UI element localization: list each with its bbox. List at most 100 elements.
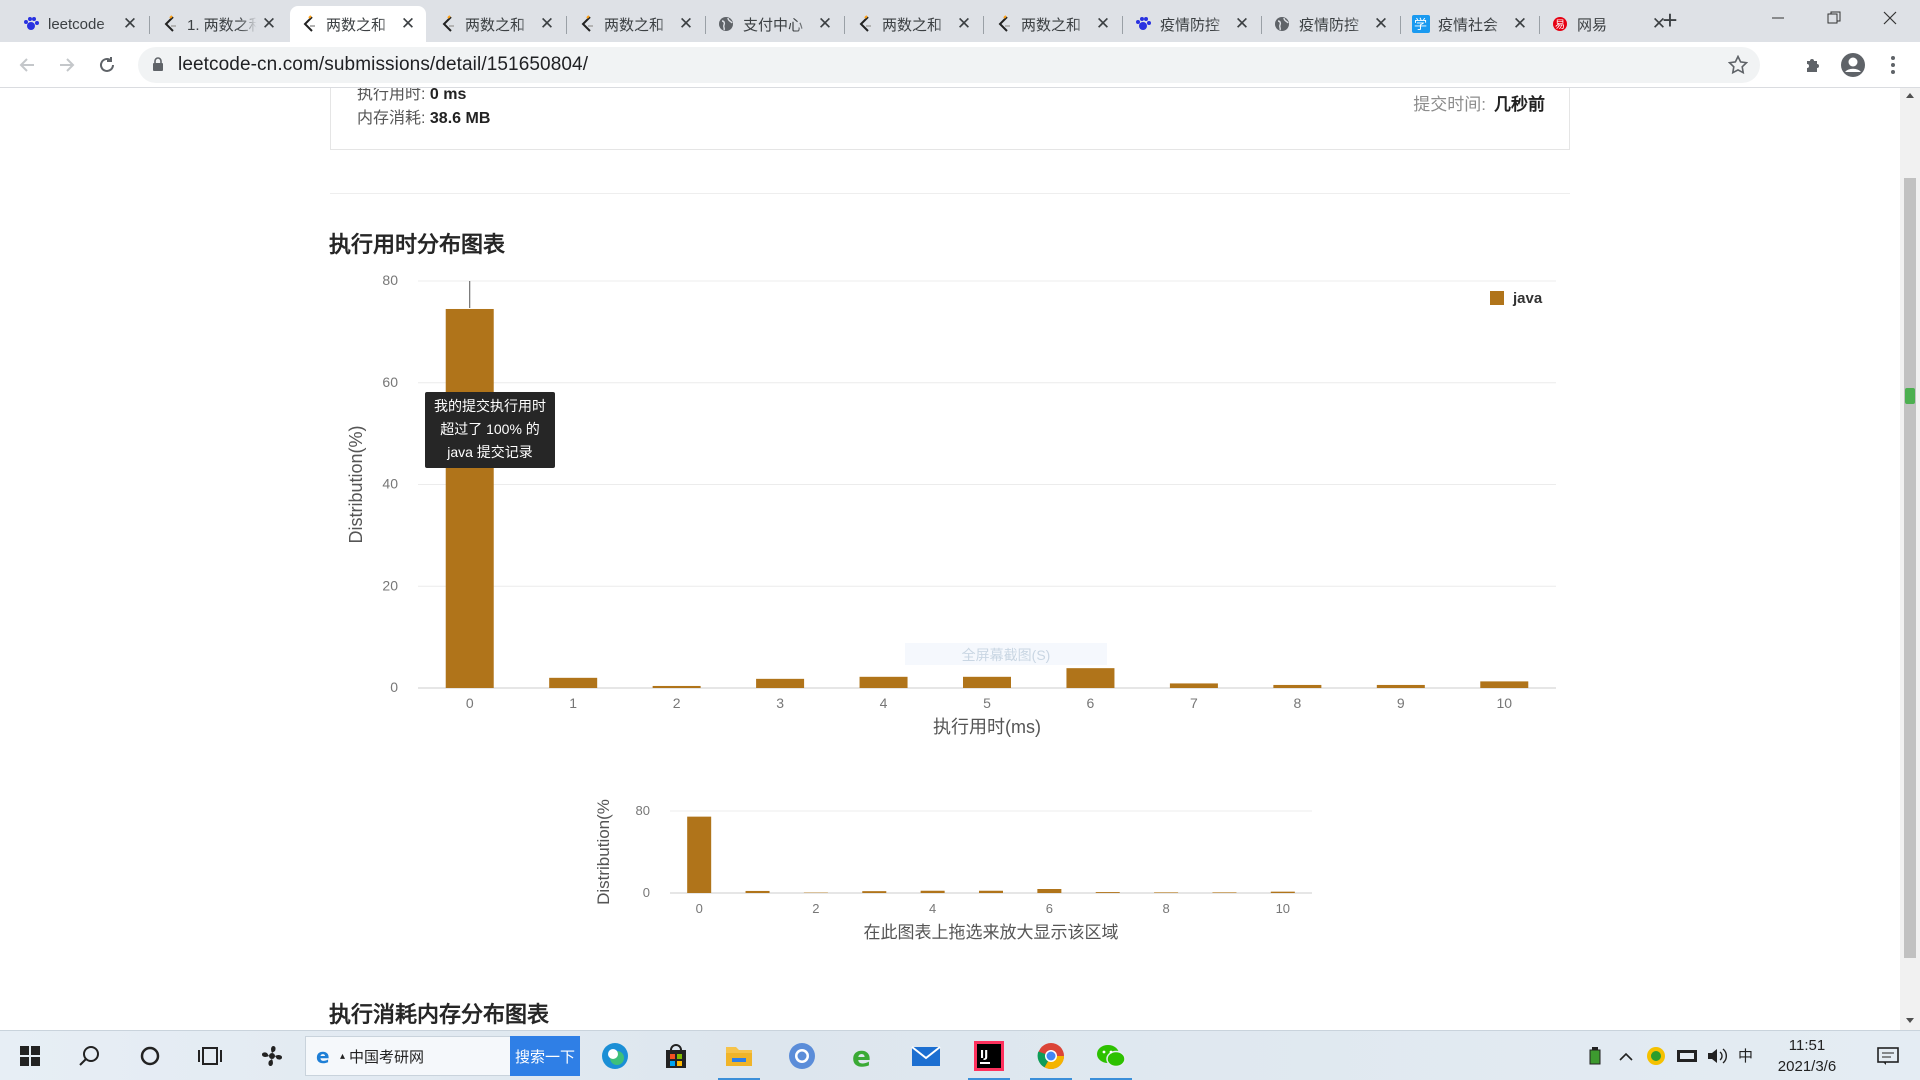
menu-button[interactable] xyxy=(1878,50,1908,80)
close-tab-icon[interactable]: ✕ xyxy=(1512,14,1528,34)
xue-icon: 学 xyxy=(1412,15,1430,33)
y-tick-label: 80 xyxy=(382,272,398,288)
close-tab-icon[interactable]: ✕ xyxy=(1373,14,1389,34)
scroll-up-icon[interactable] xyxy=(1904,90,1916,100)
close-tab-icon[interactable]: ✕ xyxy=(817,14,833,34)
bar-4 xyxy=(920,890,945,893)
y-axis-label: Distribution(%) xyxy=(346,425,366,543)
network-status[interactable] xyxy=(1674,1031,1700,1080)
x-tick-label: 0 xyxy=(466,695,474,711)
tab-separator xyxy=(1122,16,1123,34)
legend-label: java xyxy=(1512,290,1543,307)
browser-tab[interactable]: 支付中心 ✕ xyxy=(707,6,843,42)
paw-icon xyxy=(22,15,40,33)
close-tab-icon[interactable]: ✕ xyxy=(678,14,694,34)
profile-button[interactable] xyxy=(1838,50,1868,80)
close-tab-icon[interactable]: ✕ xyxy=(400,14,416,34)
forward-button[interactable] xyxy=(52,50,82,80)
x-tick-label: 3 xyxy=(776,695,784,711)
address-bar[interactable]: leetcode-cn.com/submissions/detail/15165… xyxy=(138,47,1760,83)
scrollbar-thumb[interactable] xyxy=(1904,178,1916,958)
browser-tab[interactable]: 学疫情社会 ✕ xyxy=(1402,6,1538,42)
ie-browser-app[interactable]: e xyxy=(842,1031,886,1080)
notification-icon xyxy=(1877,1047,1899,1065)
store-app[interactable] xyxy=(656,1031,696,1080)
browser-tab[interactable]: 疫情防控 ✕ xyxy=(1263,6,1399,42)
leetcode-icon xyxy=(995,15,1013,33)
start-button[interactable] xyxy=(10,1031,50,1080)
bar-9 xyxy=(1212,892,1237,893)
y-tick-label: 40 xyxy=(382,476,398,492)
new-tab-button[interactable]: + xyxy=(1656,6,1684,34)
browser-tab[interactable]: 1. 两数之和 ✕ xyxy=(151,6,287,42)
browser-tab[interactable]: 两数之和 ✕ xyxy=(290,6,426,42)
close-tab-icon[interactable]: ✕ xyxy=(1234,14,1250,34)
restore-button[interactable] xyxy=(1806,0,1862,36)
bar-10 xyxy=(1270,891,1295,893)
chevron-up-icon xyxy=(1619,1052,1633,1061)
edge-app[interactable] xyxy=(595,1031,635,1080)
extensions-button[interactable] xyxy=(1798,50,1828,80)
reload-button[interactable] xyxy=(92,50,122,80)
x-tick-label: 10 xyxy=(1496,695,1512,711)
search-button[interactable] xyxy=(70,1031,110,1080)
system-clock[interactable]: 11:51 2021/3/6 xyxy=(1764,1035,1850,1077)
taskbar-search-submit[interactable]: 搜索一下 xyxy=(510,1036,580,1076)
browser-tab[interactable]: 两数之和 ✕ xyxy=(568,6,704,42)
scroll-down-icon[interactable] xyxy=(1904,1016,1916,1026)
close-tab-icon[interactable]: ✕ xyxy=(261,14,277,34)
tray-360-app[interactable] xyxy=(1644,1031,1668,1080)
page-scrollbar[interactable] xyxy=(1900,88,1920,1030)
close-icon xyxy=(1883,11,1897,25)
star-icon[interactable] xyxy=(1728,55,1748,75)
browser-tab[interactable]: 疫情防控 ✕ xyxy=(1124,6,1260,42)
taskbar-search-input[interactable]: e ▴ 中国考研网 xyxy=(305,1036,511,1076)
tray-battery-app[interactable] xyxy=(1584,1031,1606,1080)
close-tab-icon[interactable]: ✕ xyxy=(956,14,972,34)
x-tick-label: 0 xyxy=(696,901,703,916)
ime-indicator[interactable]: 中 xyxy=(1738,1045,1753,1066)
y-tick-label: 80 xyxy=(636,803,650,818)
chrome-app[interactable] xyxy=(1026,1031,1076,1080)
search-icon xyxy=(79,1046,99,1066)
intellij-app[interactable]: IJ xyxy=(964,1031,1014,1080)
notification-center-button[interactable] xyxy=(1868,1031,1908,1080)
clock-time: 11:51 xyxy=(1788,1037,1826,1054)
bar-9 xyxy=(1376,684,1425,688)
close-window-button[interactable] xyxy=(1862,0,1918,36)
close-tab-icon[interactable]: ✕ xyxy=(1095,14,1111,34)
x-tick-label: 8 xyxy=(1162,901,1169,916)
show-hidden-icons-button[interactable] xyxy=(1614,1031,1638,1080)
browser-tab[interactable]: leetcode ✕ xyxy=(12,6,148,42)
browser-tab[interactable]: 两数之和 ✕ xyxy=(985,6,1121,42)
more-vert-icon xyxy=(1891,56,1895,74)
tab-separator xyxy=(705,16,706,34)
volume-button[interactable] xyxy=(1704,1031,1730,1080)
cortana-button[interactable] xyxy=(130,1031,170,1080)
tab-separator xyxy=(1400,16,1401,34)
app-fan-button[interactable] xyxy=(252,1031,292,1080)
task-view-icon xyxy=(198,1047,222,1065)
ie-e-icon: e xyxy=(852,1041,871,1071)
tab-separator xyxy=(566,16,567,34)
runtime-distribution-chart[interactable]: 0204060800 1 2 3 4 5 6 7 8 9 10执行用时(ms)Distributio… xyxy=(0,88,1900,1030)
file-explorer-app[interactable] xyxy=(714,1031,764,1080)
minimize-button[interactable] xyxy=(1750,0,1806,36)
browser-toolbar: leetcode-cn.com/submissions/detail/15165… xyxy=(0,42,1920,88)
intellij-icon: IJ xyxy=(974,1041,1004,1071)
browser-tab[interactable]: 两数之和 ✕ xyxy=(429,6,565,42)
browser360-app[interactable] xyxy=(780,1031,824,1080)
mail-icon xyxy=(911,1046,941,1066)
tooltip-line: 我的提交执行用时 xyxy=(434,398,546,414)
browser-tab[interactable]: 两数之和 ✕ xyxy=(846,6,982,42)
back-button[interactable] xyxy=(12,50,42,80)
close-tab-icon[interactable]: ✕ xyxy=(539,14,555,34)
close-tab-icon[interactable]: ✕ xyxy=(122,14,138,34)
edge-icon xyxy=(602,1043,628,1069)
mail-app[interactable] xyxy=(904,1031,948,1080)
task-view-button[interactable] xyxy=(190,1031,230,1080)
wechat-app[interactable] xyxy=(1086,1031,1136,1080)
reload-icon xyxy=(100,57,114,72)
tab-separator xyxy=(844,16,845,34)
speaker-icon xyxy=(1708,1048,1727,1064)
